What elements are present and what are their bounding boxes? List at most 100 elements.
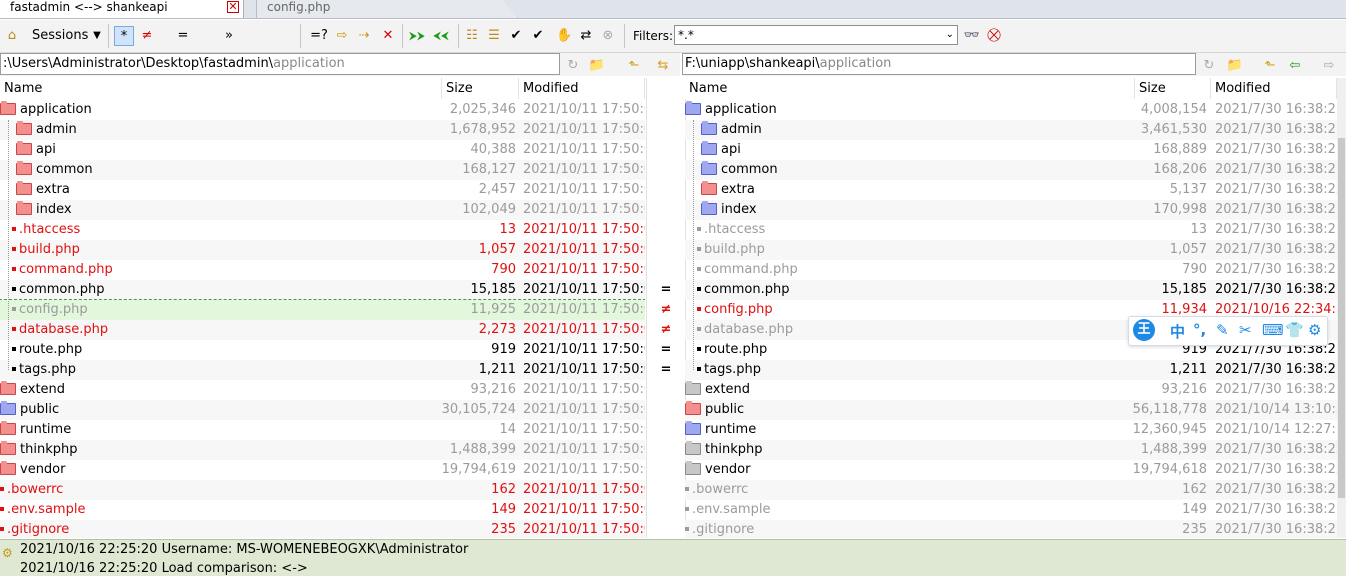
- expand-button[interactable]: ⇨: [334, 26, 350, 46]
- list-item[interactable]: tags.php 1,211 2021/7/30 16:38:21: [685, 360, 1337, 380]
- left-path-input[interactable]: :\Users\Administrator\Desktop\fastadmin\…: [0, 53, 560, 75]
- file-modified-cell: 2021/10/11 17:50:06: [523, 522, 645, 537]
- right-path-input[interactable]: F:\uniapp\shankeapi\application: [682, 53, 1196, 75]
- mark-icon[interactable]: ✋: [556, 26, 572, 46]
- left-browse-folder-icon[interactable]: 📁: [588, 56, 606, 76]
- ime-logo-icon[interactable]: 王: [1133, 319, 1155, 341]
- list-item[interactable]: extra 5,137 2021/7/30 16:38:22: [685, 180, 1337, 200]
- file-name-label: route.php: [704, 342, 768, 357]
- scrollbar-thumb[interactable]: [1338, 138, 1345, 498]
- list-item[interactable]: extend 93,216 2021/7/30 16:38:21: [685, 380, 1337, 400]
- list-item[interactable]: command.php 790 2021/10/11 17:50:06: [0, 260, 645, 280]
- left-col-modified[interactable]: Modified: [519, 78, 645, 99]
- list-item[interactable]: public 30,105,724 2021/10/11 17:50:06: [0, 400, 645, 420]
- delete-button[interactable]: ✕: [380, 26, 396, 46]
- left-col-name[interactable]: Name: [0, 78, 442, 99]
- list-item[interactable]: application 2,025,346 2021/10/11 17:50:06: [0, 100, 645, 120]
- list-item[interactable]: common.php 15,185 2021/10/11 17:50:06: [0, 280, 645, 300]
- list-item[interactable]: .htaccess 13 2021/7/30 16:38:21: [685, 220, 1337, 240]
- list-item[interactable]: admin 1,678,952 2021/10/11 17:50:06: [0, 120, 645, 140]
- list-item[interactable]: .gitignore 235 2021/10/11 17:50:06: [0, 520, 645, 538]
- list-item[interactable]: application 4,008,154 2021/7/30 16:38:21: [685, 100, 1337, 120]
- right-browse-folder-icon[interactable]: 📁: [1226, 56, 1244, 76]
- list-item[interactable]: common 168,206 2021/7/30 16:38:21: [685, 160, 1337, 180]
- right-scrollbar[interactable]: [1337, 78, 1346, 538]
- list-item[interactable]: extra 2,457 2021/10/11 17:50:07: [0, 180, 645, 200]
- show-same-button[interactable]: =: [176, 26, 190, 46]
- right-history-icon[interactable]: ↻: [1200, 56, 1218, 76]
- list-item[interactable]: admin 3,461,530 2021/7/30 16:38:21: [685, 120, 1337, 140]
- list-item[interactable]: route.php 919 2021/10/11 17:50:06: [0, 340, 645, 360]
- ime-chinese-icon[interactable]: 中: [1170, 321, 1185, 342]
- list-item[interactable]: thinkphp 1,488,399 2021/10/11 17:50:07: [0, 440, 645, 460]
- list-item[interactable]: command.php 790 2021/7/30 16:38:21: [685, 260, 1337, 280]
- list-item[interactable]: common.php 15,185 2021/7/30 16:38:21: [685, 280, 1337, 300]
- list-item[interactable]: extend 93,216 2021/10/11 17:50:06: [0, 380, 645, 400]
- left-up-folder-icon[interactable]: ⬑: [626, 56, 642, 76]
- list-item[interactable]: api 40,388 2021/10/11 17:50:06: [0, 140, 645, 160]
- tab-session[interactable]: fastadmin <--> shankeapi ✕: [0, 0, 244, 18]
- more-button[interactable]: »: [222, 26, 236, 46]
- list-item[interactable]: .gitignore 235 2021/7/30 16:38:21: [685, 520, 1337, 538]
- chevron-down-icon[interactable]: ⌄: [946, 26, 954, 44]
- list-item[interactable]: public 56,118,778 2021/10/14 13:10:53: [685, 400, 1337, 420]
- copy-left-button[interactable]: ⮜⮜: [430, 26, 452, 46]
- close-icon[interactable]: ✕: [227, 1, 239, 13]
- ime-screenshot-icon[interactable]: ✂: [1239, 321, 1252, 339]
- list-item[interactable]: index 102,049 2021/10/11 17:50:06: [0, 200, 645, 220]
- list-item[interactable]: vendor 19,794,618 2021/7/30 16:38:22: [685, 460, 1337, 480]
- right-file-pane[interactable]: Name Size Modified ^ application 4,008,15…: [685, 78, 1337, 538]
- left-col-size[interactable]: Size: [442, 78, 519, 99]
- list-item[interactable]: vendor 19,794,619 2021/10/11 17:50:07: [0, 460, 645, 480]
- list-item[interactable]: build.php 1,057 2021/10/11 17:50:06: [0, 240, 645, 260]
- forward-icon[interactable]: ⇨: [1320, 56, 1338, 76]
- right-col-size[interactable]: Size: [1135, 78, 1211, 99]
- list-item[interactable]: runtime 12,360,945 2021/10/14 12:27:17: [685, 420, 1337, 440]
- show-all-button[interactable]: *: [114, 26, 134, 46]
- ime-skin-icon[interactable]: 👕: [1285, 321, 1304, 339]
- filter-apply-icon[interactable]: 👓: [962, 26, 982, 46]
- copy-right-button[interactable]: ⮞⮞: [406, 26, 428, 46]
- filter-clear-icon[interactable]: ⛒: [984, 26, 1004, 46]
- back-icon[interactable]: ⇦: [1286, 56, 1304, 76]
- tree-collapse-icon[interactable]: ☰: [486, 26, 502, 46]
- list-item[interactable]: database.php 2,273 2021/10/11 17:50:06: [0, 320, 645, 340]
- list-item[interactable]: api 168,889 2021/7/30 16:38:21: [685, 140, 1337, 160]
- list-item[interactable]: .bowerrc 162 2021/10/11 17:50:06: [0, 480, 645, 500]
- list-item[interactable]: thinkphp 1,488,399 2021/7/30 16:38:22: [685, 440, 1337, 460]
- list-item[interactable]: tags.php 1,211 2021/10/11 17:50:06: [0, 360, 645, 380]
- swap-sides-icon[interactable]: ⇆: [654, 56, 672, 76]
- left-file-pane[interactable]: Name Size Modified ^ application 2,025,34…: [0, 78, 645, 538]
- show-diff-button[interactable]: ≠: [140, 26, 154, 46]
- sessions-dropdown-icon[interactable]: ▼: [90, 26, 104, 46]
- tree-expand-icon[interactable]: ☷: [464, 26, 480, 46]
- left-history-icon[interactable]: ↻: [564, 56, 582, 76]
- list-item[interactable]: config.php 11,925 2021/10/11 17:50:06: [0, 299, 645, 321]
- list-item[interactable]: build.php 1,057 2021/7/30 16:38:21: [685, 240, 1337, 260]
- compare-button[interactable]: =?: [308, 26, 330, 46]
- filters-input[interactable]: *.* ⌄: [674, 25, 958, 45]
- open-button[interactable]: ⇢: [356, 26, 372, 46]
- home-icon[interactable]: ⌂: [2, 26, 22, 46]
- list-item[interactable]: index 170,998 2021/7/30 16:38:21: [685, 200, 1337, 220]
- right-up-folder-icon[interactable]: ⬑: [1262, 56, 1278, 76]
- ime-keyboard-icon[interactable]: ⌨: [1262, 321, 1284, 339]
- tab-config[interactable]: config.php: [256, 0, 518, 18]
- swap-icon[interactable]: ⇄: [578, 26, 594, 46]
- list-item[interactable]: common 168,127 2021/10/11 17:50:06: [0, 160, 645, 180]
- list-item[interactable]: .bowerrc 162 2021/7/30 16:38:21: [685, 480, 1337, 500]
- list-item[interactable]: .htaccess 13 2021/10/11 17:50:06: [0, 220, 645, 240]
- stop-icon[interactable]: ⊗: [600, 26, 616, 46]
- ime-punct-icon[interactable]: °,: [1193, 321, 1206, 339]
- select-changed-icon[interactable]: ✔: [508, 26, 524, 46]
- file-size-cell: 149: [1182, 502, 1207, 517]
- ime-handwrite-icon[interactable]: ✎: [1216, 321, 1229, 339]
- sessions-button[interactable]: Sessions: [32, 26, 88, 46]
- ime-settings-icon[interactable]: ⚙: [1308, 321, 1321, 339]
- ime-toolbar[interactable]: 王中 °, ✎ ✂ ⌨ 👕 ⚙: [1128, 316, 1328, 346]
- select-all-icon[interactable]: ✔: [530, 26, 546, 46]
- list-item[interactable]: runtime 14 2021/10/11 17:50:06: [0, 420, 645, 440]
- list-item[interactable]: .env.sample 149 2021/10/11 17:50:06: [0, 500, 645, 520]
- right-col-modified[interactable]: Modified: [1211, 78, 1337, 99]
- list-item[interactable]: .env.sample 149 2021/7/30 16:38:21: [685, 500, 1337, 520]
